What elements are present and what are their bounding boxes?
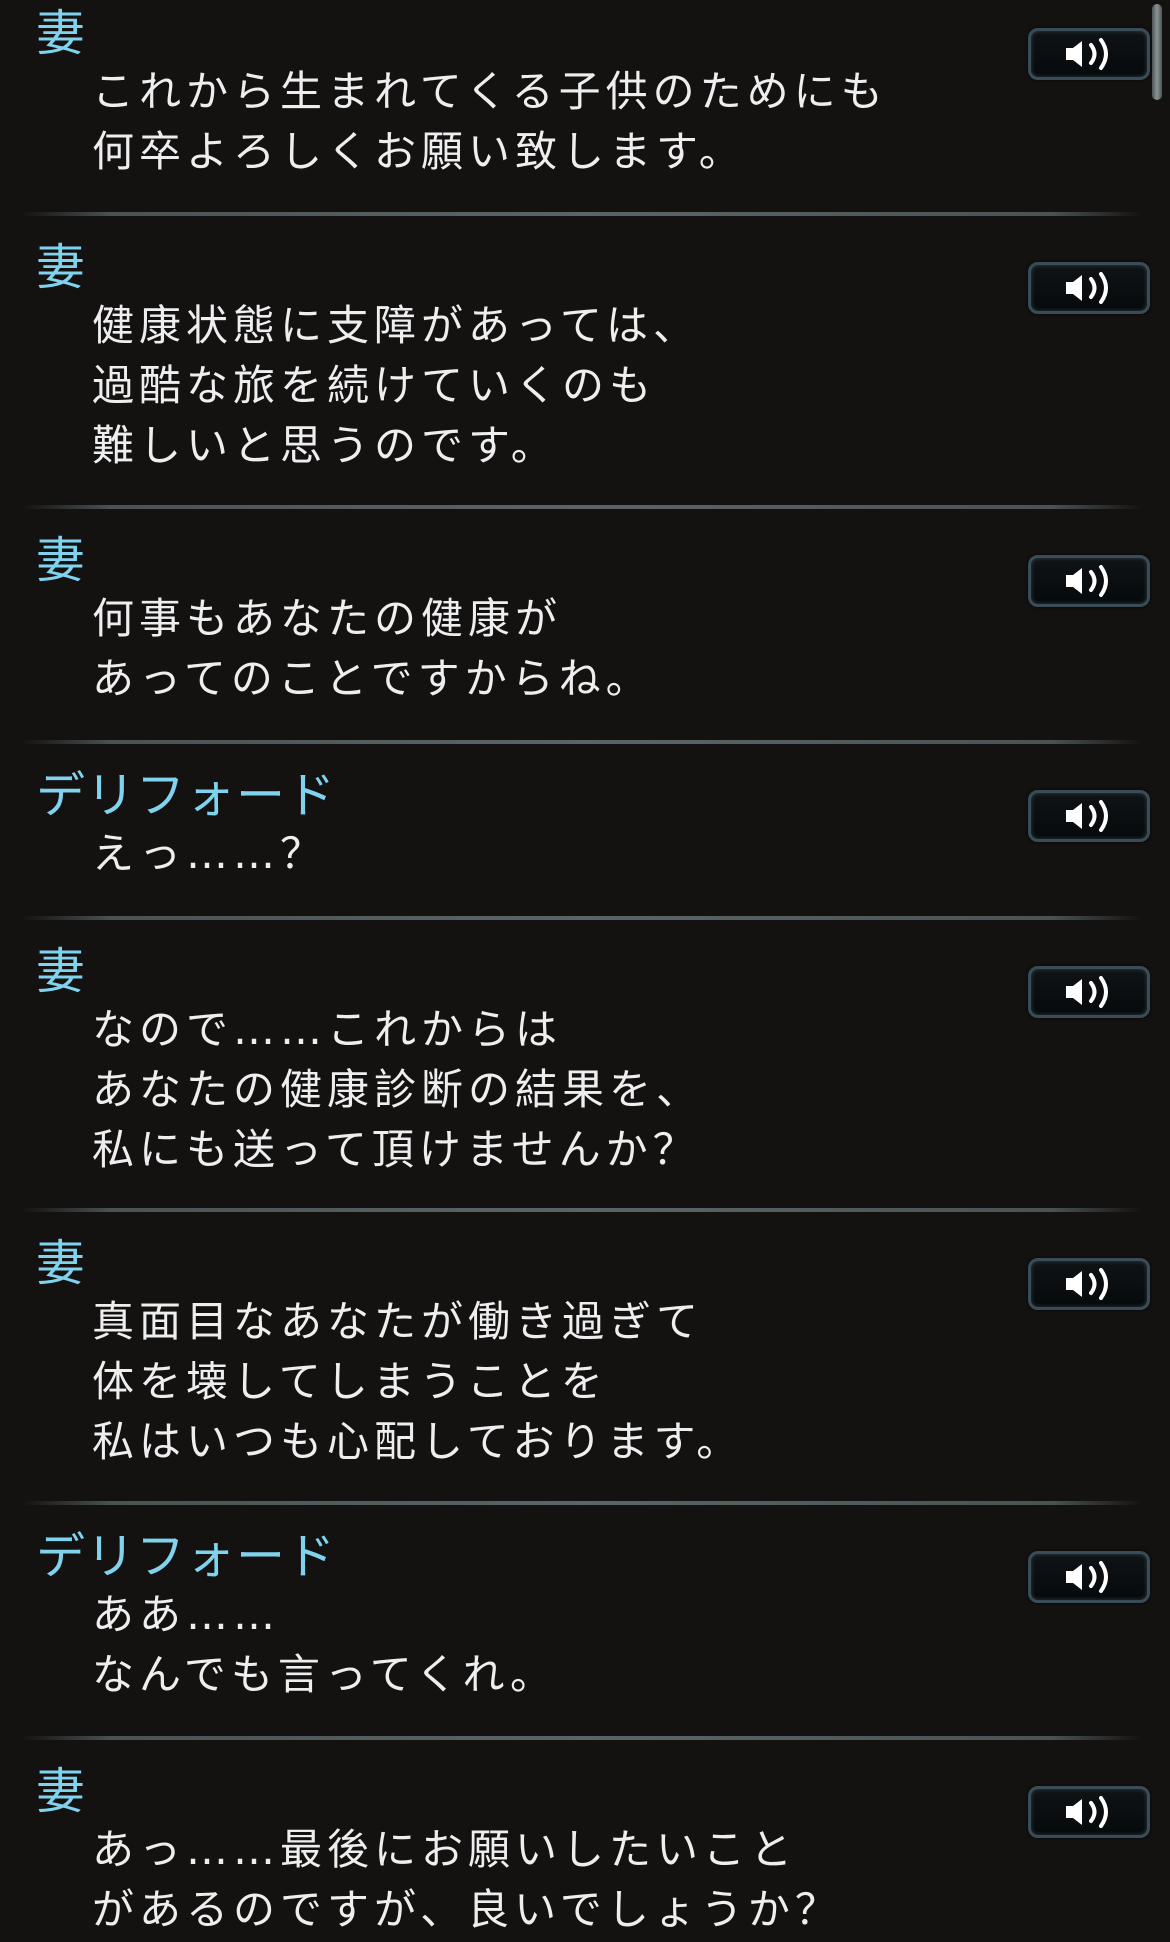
dialogue-text: これから生まれてくる子供のためにも 何卒よろしくお願い致します。 [92,62,888,182]
speaker-name: 妻 [36,1235,87,1292]
voice-replay-button[interactable] [1028,790,1150,842]
log-entry: 妻真面目なあなたが働き過ぎて 体を壊してしまうことを私はいつも心配しております。 [0,1234,1170,1484]
log-entry: 妻これから生まれてくる子供のためにも 何卒よろしくお願い致します。 [0,4,1170,194]
entry-divider [22,212,1142,216]
speaker-name: 妻 [36,5,87,62]
voice-replay-button[interactable] [1028,262,1150,314]
dialogue-line: あなたの健康診断の結果を、 [92,1065,704,1114]
dialogue-text: 何事もあなたの健康があってのことですからね。 [92,589,653,709]
dialogue-line: あってのことですからね。 [92,654,653,703]
speaker-voice-icon [1066,976,1108,1008]
dialogue-line: 何卒よろしくお願い致します。 [92,127,746,176]
speaker-voice-icon [1066,1561,1108,1593]
dialogue-line: なので……これからは [92,1005,563,1054]
dialogue-line: あっ……最後にお願いしたいこと [92,1825,798,1874]
dialogue-line: 真面目なあなたが働き過ぎて [92,1297,704,1346]
speaker-name: デリフォード [36,767,337,824]
dialogue-line: 私はいつも心配しております。 [92,1417,744,1466]
dialogue-line: 私にも送って頂けませんか？ [92,1125,700,1174]
dialogue-line: なんでも言ってくれ。 [92,1650,557,1699]
dialogue-line: ああ…… [92,1590,281,1639]
voice-replay-button[interactable] [1028,1786,1150,1838]
log-entry: 妻健康状態に支障があっては、 過酷な旅を続けていくのも 難しいと思うのです。 [0,238,1170,488]
speaker-voice-icon [1066,1796,1108,1828]
entry-divider [22,1736,1142,1740]
dialogue-line: えっ……？ [92,829,328,878]
dialogue-line: これから生まれてくる子供のためにも [92,67,888,116]
dialogue-line: があるのですが、良いでしょうか？ [92,1885,842,1934]
dialogue-text: 真面目なあなたが働き過ぎて 体を壊してしまうことを私はいつも心配しております。 [92,1292,743,1472]
entry-divider [22,740,1142,744]
dialogue-line: 過酷な旅を続けていくのも [92,361,657,410]
speaker-voice-icon [1066,272,1108,304]
dialogue-line: 体を壊してしまうことを [92,1357,608,1406]
entry-divider [22,505,1142,509]
voice-replay-button[interactable] [1028,28,1150,80]
voice-replay-button[interactable] [1028,555,1150,607]
entry-divider [22,916,1142,920]
voice-replay-button[interactable] [1028,1258,1150,1310]
speaker-name: 妻 [36,532,87,589]
speaker-name: 妻 [36,943,87,1000]
log-entry: デリフォードえっ……？ [0,766,1170,896]
log-entry: 妻なので……これからはあなたの健康診断の結果を、 私にも送って頂けませんか？ [0,942,1170,1192]
dialogue-text: なので……これからはあなたの健康診断の結果を、 私にも送って頂けませんか？ [92,1000,703,1180]
dialogue-text: えっ……？ [92,824,327,884]
dialogue-text: あっ……最後にお願いしたいこと があるのですが、良いでしょうか？ [92,1820,842,1940]
voice-replay-button[interactable] [1028,1551,1150,1603]
dialogue-text: 健康状態に支障があっては、 過酷な旅を続けていくのも 難しいと思うのです。 [92,296,700,476]
log-entry: デリフォードああ…… なんでも言ってくれ。 [0,1527,1170,1717]
entry-divider [22,1208,1142,1212]
dialogue-line: 難しいと思うのです。 [92,421,558,470]
voice-replay-button[interactable] [1028,966,1150,1018]
log-entry: 妻何事もあなたの健康があってのことですからね。 [0,531,1170,721]
entry-divider [22,1501,1142,1505]
log-entry: 妻あっ……最後にお願いしたいこと があるのですが、良いでしょうか？ [0,1762,1170,1942]
speaker-voice-icon [1066,38,1108,70]
speaker-voice-icon [1066,800,1108,832]
speaker-voice-icon [1066,1268,1108,1300]
speaker-voice-icon [1066,565,1108,597]
dialogue-text: ああ…… なんでも言ってくれ。 [92,1585,557,1705]
dialogue-line: 健康状態に支障があっては、 [92,301,701,350]
speaker-name: デリフォード [36,1528,337,1585]
dialogue-line: 何事もあなたの健康が [92,594,563,643]
speaker-name: 妻 [36,239,87,296]
backlog-panel[interactable]: 妻これから生まれてくる子供のためにも 何卒よろしくお願い致します。妻健康状態に支障… [0,0,1170,1942]
speaker-name: 妻 [36,1763,87,1820]
